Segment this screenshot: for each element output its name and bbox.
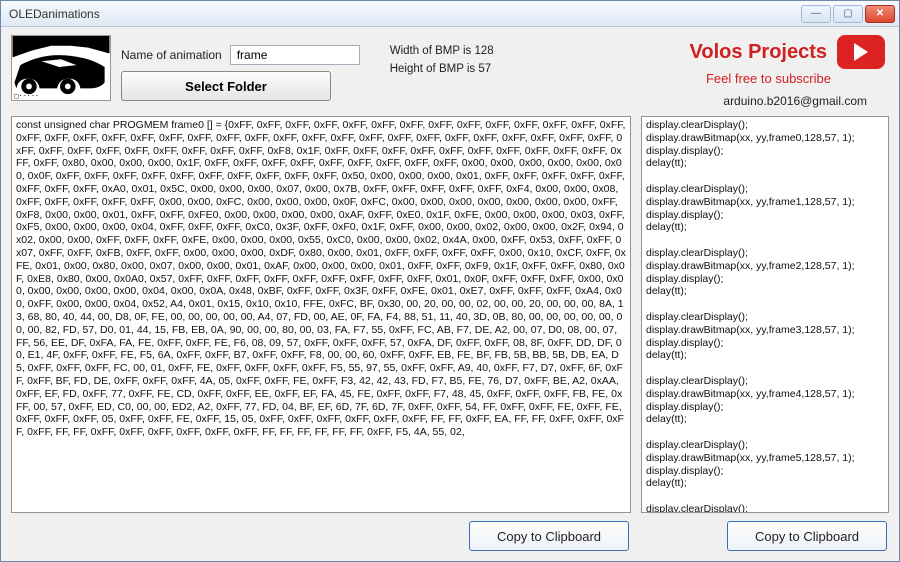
code-panel: Copy to Clipboard	[641, 116, 889, 551]
app-window: OLEDanimations — ▢ ✕ □·-·-·	[0, 0, 900, 562]
close-button[interactable]: ✕	[865, 5, 895, 23]
hex-panel: Copy to Clipboard	[11, 116, 631, 551]
bmp-width-label: Width of BMP is 128	[390, 45, 494, 57]
window-controls: — ▢ ✕	[801, 5, 899, 23]
car-icon: □·-·-·	[12, 36, 110, 100]
bmp-info: Width of BMP is 128 Height of BMP is 57	[390, 35, 494, 75]
copy-hex-button[interactable]: Copy to Clipboard	[469, 521, 629, 551]
name-label: Name of animation	[121, 48, 222, 62]
youtube-icon[interactable]	[837, 35, 885, 69]
titlebar: OLEDanimations — ▢ ✕	[1, 1, 899, 27]
copy-code-button[interactable]: Copy to Clipboard	[727, 521, 887, 551]
maximize-button[interactable]: ▢	[833, 5, 863, 23]
svg-text:□·-·-·: □·-·-·	[14, 92, 38, 100]
brand-subtitle: Feel free to subscribe	[706, 71, 831, 86]
minimize-button[interactable]: —	[801, 5, 831, 23]
preview-thumbnail: □·-·-·	[11, 35, 111, 101]
window-title: OLEDanimations	[9, 7, 801, 21]
panels: Copy to Clipboard Copy to Clipboard	[11, 116, 889, 551]
bmp-height-label: Height of BMP is 57	[390, 63, 494, 75]
animation-name-input[interactable]	[230, 45, 360, 65]
top-row: □·-·-· Name of animation Select Folder W…	[11, 35, 889, 108]
brand-block: Volos Projects Feel free to subscribe ar…	[690, 35, 889, 108]
brand-title: Volos Projects	[690, 41, 827, 64]
name-block: Name of animation Select Folder	[121, 35, 360, 101]
hex-output-textarea[interactable]	[11, 116, 631, 513]
code-output-textarea[interactable]	[641, 116, 889, 513]
brand-email: arduino.b2016@gmail.com	[723, 94, 867, 108]
select-folder-button[interactable]: Select Folder	[121, 71, 331, 101]
content-area: □·-·-· Name of animation Select Folder W…	[1, 27, 899, 561]
name-row: Name of animation	[121, 45, 360, 65]
